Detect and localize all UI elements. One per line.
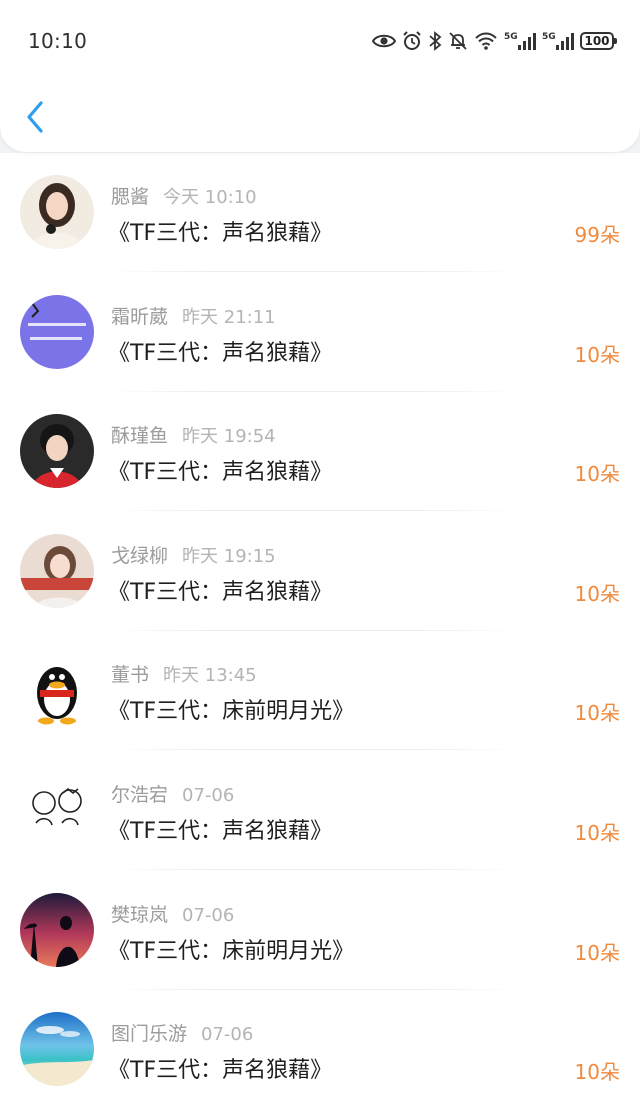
sent-time: 07-06 bbox=[182, 904, 235, 926]
sent-time: 昨天 13:45 bbox=[163, 665, 257, 687]
book-title[interactable]: 《TF三代：床前明月光》 bbox=[108, 693, 354, 725]
list-item[interactable]: 尔浩宕 07-06 《TF三代：声名狼藉》 10朵 bbox=[0, 751, 640, 871]
gift-list: 腮酱 今天 10:10 《TF三代：声名狼藉》 99朵 霜昕葳 昨天 21:11 《… bbox=[0, 153, 640, 1110]
avatar-purple-text-avatar-icon[interactable] bbox=[20, 294, 94, 369]
avatar-girl-banner-avatar-icon[interactable] bbox=[20, 533, 94, 608]
flower-count: 10朵 bbox=[574, 820, 620, 845]
signal-5g-icon-1: 5G bbox=[504, 32, 536, 50]
battery-icon: 100 bbox=[580, 32, 617, 50]
avatar-beach-avatar-icon[interactable] bbox=[20, 1012, 94, 1087]
flower-count: 10朵 bbox=[574, 1060, 620, 1085]
list-item[interactable]: 酥瑾鱼 昨天 19:54 《TF三代：声名狼藉》 10朵 bbox=[0, 392, 640, 512]
wifi-icon bbox=[475, 32, 497, 50]
book-title[interactable]: 《TF三代：声名狼藉》 bbox=[108, 454, 332, 486]
book-title[interactable]: 《TF三代：声名狼藉》 bbox=[108, 574, 332, 606]
list-item[interactable]: 樊琼岚 07-06 《TF三代：床前明月光》 10朵 bbox=[0, 871, 640, 991]
sent-time: 昨天 19:15 bbox=[182, 545, 276, 567]
flower-count: 10朵 bbox=[574, 462, 620, 487]
sent-time: 今天 10:10 bbox=[163, 187, 257, 208]
chevron-left-icon bbox=[27, 101, 43, 133]
eye-icon bbox=[372, 34, 396, 48]
flower-count: 10朵 bbox=[574, 581, 620, 606]
list-item[interactable]: 董书 昨天 13:45 《TF三代：床前明月光》 10朵 bbox=[0, 631, 640, 751]
avatar-penguin-avatar-icon[interactable] bbox=[20, 653, 94, 728]
book-title[interactable]: 《TF三代：床前明月光》 bbox=[108, 933, 354, 965]
sent-time: 昨天 19:54 bbox=[182, 426, 276, 448]
flower-count: 10朵 bbox=[574, 701, 620, 726]
alarm-icon bbox=[403, 31, 421, 50]
bluetooth-icon bbox=[429, 31, 442, 51]
svg-text:5G: 5G bbox=[504, 32, 518, 42]
battery-level: 100 bbox=[584, 34, 610, 48]
book-title[interactable]: 《TF三代：声名狼藉》 bbox=[108, 335, 332, 367]
avatar-girl-portrait-icon[interactable] bbox=[20, 175, 94, 249]
sender-name: 腮酱 今天 10:10 bbox=[111, 186, 257, 208]
list-item[interactable]: 图门乐游 07-06 《TF三代：声名狼藉》 10朵 bbox=[0, 990, 640, 1110]
sent-time: 07-06 bbox=[201, 1024, 254, 1046]
signal-5g-icon-2: 5G bbox=[542, 32, 574, 50]
flower-count: 99朵 bbox=[574, 223, 620, 247]
sender-name: 樊琼岚 07-06 bbox=[111, 903, 235, 926]
flower-count: 10朵 bbox=[574, 342, 620, 367]
sender-name: 图门乐游 07-06 bbox=[111, 1023, 254, 1046]
mute-bell-icon bbox=[449, 32, 467, 50]
sender-name: 尔浩宕 07-06 bbox=[111, 783, 235, 806]
status-icons: 5G 5G 100 bbox=[372, 30, 617, 52]
book-title[interactable]: 《TF三代：声名狼藉》 bbox=[108, 215, 332, 247]
status-time: 10:10 bbox=[28, 29, 88, 53]
sent-time: 昨天 21:11 bbox=[182, 306, 276, 328]
list-item[interactable]: 腮酱 今天 10:10 《TF三代：声名狼藉》 99朵 bbox=[0, 153, 640, 273]
list-item[interactable]: 霜昕葳 昨天 21:11 《TF三代：声名狼藉》 10朵 bbox=[0, 273, 640, 393]
sender-name: 戈绿柳 昨天 19:15 bbox=[111, 544, 276, 567]
list-item[interactable]: 戈绿柳 昨天 19:15 《TF三代：声名狼藉》 10朵 bbox=[0, 512, 640, 632]
sender-name: 酥瑾鱼 昨天 19:54 bbox=[111, 425, 276, 448]
avatar-cartoon-couple-avatar-icon[interactable] bbox=[20, 772, 94, 847]
avatar-boy-portrait-icon[interactable] bbox=[20, 414, 94, 489]
book-title[interactable]: 《TF三代：声名狼藉》 bbox=[108, 1052, 332, 1084]
svg-text:5G: 5G bbox=[542, 32, 556, 42]
sender-name: 董书 昨天 13:45 bbox=[111, 664, 257, 687]
sender-name: 霜昕葳 昨天 21:11 bbox=[111, 305, 276, 328]
avatar-sunset-silhouette-avatar-icon[interactable] bbox=[20, 892, 94, 967]
back-button[interactable] bbox=[18, 98, 52, 136]
flower-count: 10朵 bbox=[574, 940, 620, 965]
header-card: 10:10 5G 5G 100 bbox=[0, 0, 640, 152]
sent-time: 07-06 bbox=[182, 784, 235, 806]
book-title[interactable]: 《TF三代：声名狼藉》 bbox=[108, 813, 332, 845]
